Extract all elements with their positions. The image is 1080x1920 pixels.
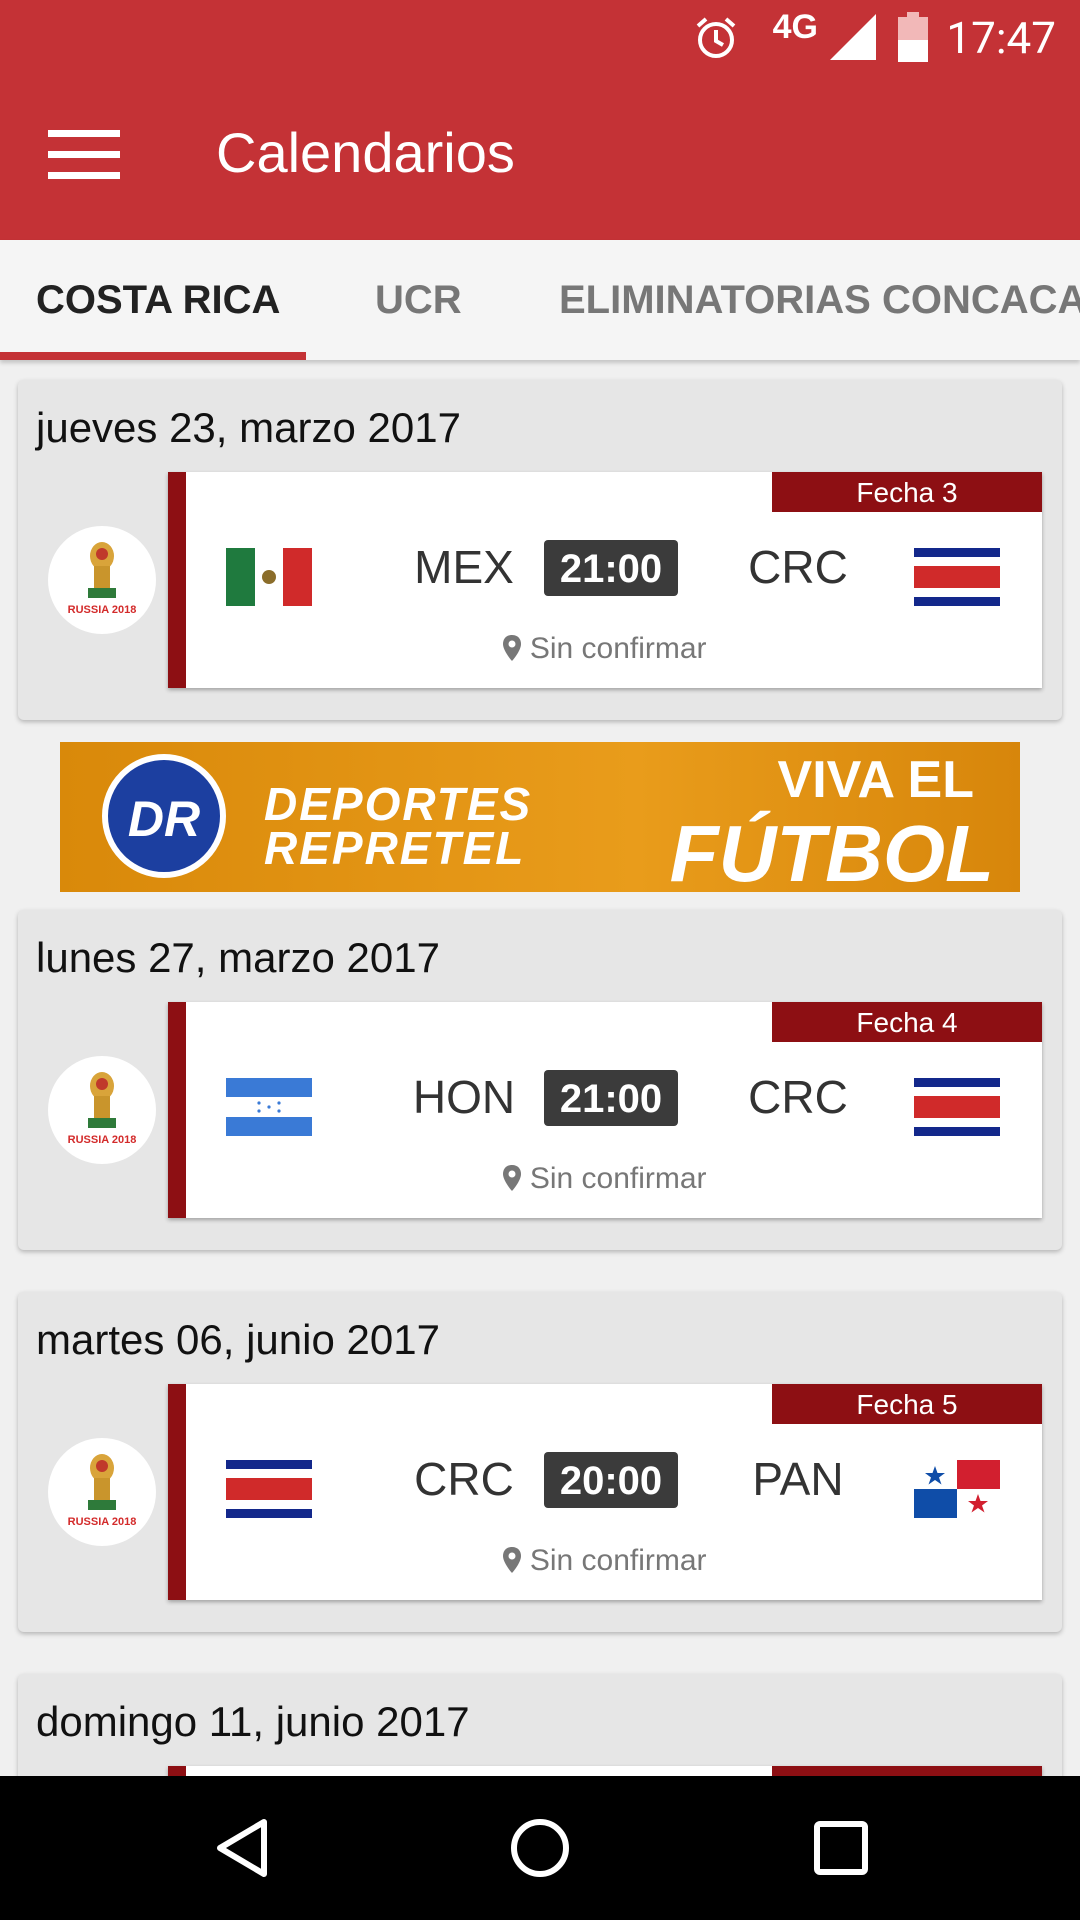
kickoff-time: 21:00 (544, 540, 678, 596)
match-row[interactable]: Fecha 5 CRC 20:00 PAN Sin confirmar (168, 1384, 1042, 1600)
tab-bar: COSTA RICA UCR ELIMINATORIAS CONCACAF (0, 240, 1080, 360)
costa-rica-flag-icon (914, 1078, 1000, 1136)
fecha-badge: Fecha 3 (772, 472, 1042, 512)
kickoff-time: 20:00 (544, 1452, 678, 1508)
away-team: CRC (748, 541, 848, 593)
match-card[interactable]: lunes 27, marzo 2017 RUSSIA 2018 Fecha 4… (18, 910, 1062, 1250)
venue: Sin confirmar (168, 1162, 1042, 1196)
system-navigation-bar (0, 1776, 1080, 1920)
world-cup-trophy-icon: RUSSIA 2018 (48, 1056, 156, 1164)
match-date: jueves 23, marzo 2017 (36, 404, 461, 451)
away-team: PAN (752, 1453, 844, 1505)
fecha-badge (772, 1766, 1042, 1776)
deportes-repretel-logo: DR (102, 754, 226, 878)
match-date: lunes 27, marzo 2017 (36, 934, 440, 981)
venue-label: Sin confirmar (529, 1162, 707, 1195)
home-team: MEX (414, 541, 514, 593)
competition-badge-text: RUSSIA 2018 (67, 1134, 137, 1146)
venue-label: Sin confirmar (529, 632, 707, 665)
banner-tagline-2: FÚTBOL (669, 809, 994, 892)
signal-icon (830, 14, 876, 60)
location-pin-icon (503, 1165, 522, 1191)
match-row[interactable] (168, 1766, 1042, 1776)
back-icon[interactable] (212, 1816, 272, 1880)
page-title: Calendarios (216, 121, 515, 184)
network-type: 4G (772, 8, 818, 46)
location-pin-icon (503, 635, 522, 661)
home-icon[interactable] (508, 1816, 572, 1880)
menu-icon[interactable] (48, 130, 120, 182)
away-team: CRC (748, 1071, 848, 1123)
world-cup-trophy-icon: RUSSIA 2018 (48, 526, 156, 634)
match-card[interactable]: martes 06, junio 2017 RUSSIA 2018 Fecha … (18, 1292, 1062, 1632)
tab-eliminatorias-concacaf[interactable]: ELIMINATORIAS CONCACAF (559, 278, 1080, 323)
tab-ucr[interactable]: UCR (375, 278, 462, 323)
match-card[interactable]: domingo 11, junio 2017 (18, 1674, 1062, 1776)
venue: Sin confirmar (168, 1544, 1042, 1578)
home-team: CRC (414, 1453, 514, 1505)
costa-rica-flag-icon (914, 548, 1000, 606)
venue-label: Sin confirmar (529, 1544, 707, 1577)
venue: Sin confirmar (168, 632, 1042, 666)
match-list[interactable]: jueves 23, marzo 2017 RUSSIA 2018 Fecha … (0, 360, 1080, 1776)
banner-tagline-1: VIVA EL (777, 751, 974, 809)
kickoff-time: 21:00 (544, 1070, 678, 1126)
recents-icon[interactable] (812, 1816, 870, 1880)
battery-icon (898, 12, 928, 62)
honduras-flag-icon (226, 1078, 312, 1136)
location-pin-icon (503, 1547, 522, 1573)
competition-badge-text: RUSSIA 2018 (67, 604, 137, 616)
match-card[interactable]: jueves 23, marzo 2017 RUSSIA 2018 Fecha … (18, 380, 1062, 720)
match-date: domingo 11, junio 2017 (36, 1698, 470, 1745)
mexico-flag-icon (226, 548, 312, 606)
clock: 17:47 (946, 12, 1056, 64)
match-row[interactable]: Fecha 3 MEX 21:00 CRC Sin confirmar (168, 472, 1042, 688)
costa-rica-flag-icon (226, 1460, 312, 1518)
advertisement-banner[interactable]: DR DEPORTES REPRETEL VIVA EL FÚTBOL (60, 742, 1020, 892)
home-team: HON (412, 1071, 516, 1123)
tab-costa-rica[interactable]: COSTA RICA (36, 278, 280, 323)
banner-brand: DEPORTES REPRETEL (264, 778, 533, 874)
match-row[interactable]: Fecha 4 HON 21:00 CRC Sin confirmar (168, 1002, 1042, 1218)
competition-badge-text: RUSSIA 2018 (67, 1516, 137, 1528)
world-cup-trophy-icon: RUSSIA 2018 (48, 1438, 156, 1546)
tab-indicator (0, 352, 306, 360)
match-date: martes 06, junio 2017 (36, 1316, 440, 1363)
fecha-badge: Fecha 4 (772, 1002, 1042, 1042)
fecha-badge: Fecha 5 (772, 1384, 1042, 1424)
alarm-icon (696, 17, 736, 58)
status-bar: 4G 17:47 (0, 0, 1080, 78)
accent-bar (168, 1766, 186, 1776)
panama-flag-icon (914, 1460, 1000, 1518)
app-bar: Calendarios (0, 78, 1080, 240)
